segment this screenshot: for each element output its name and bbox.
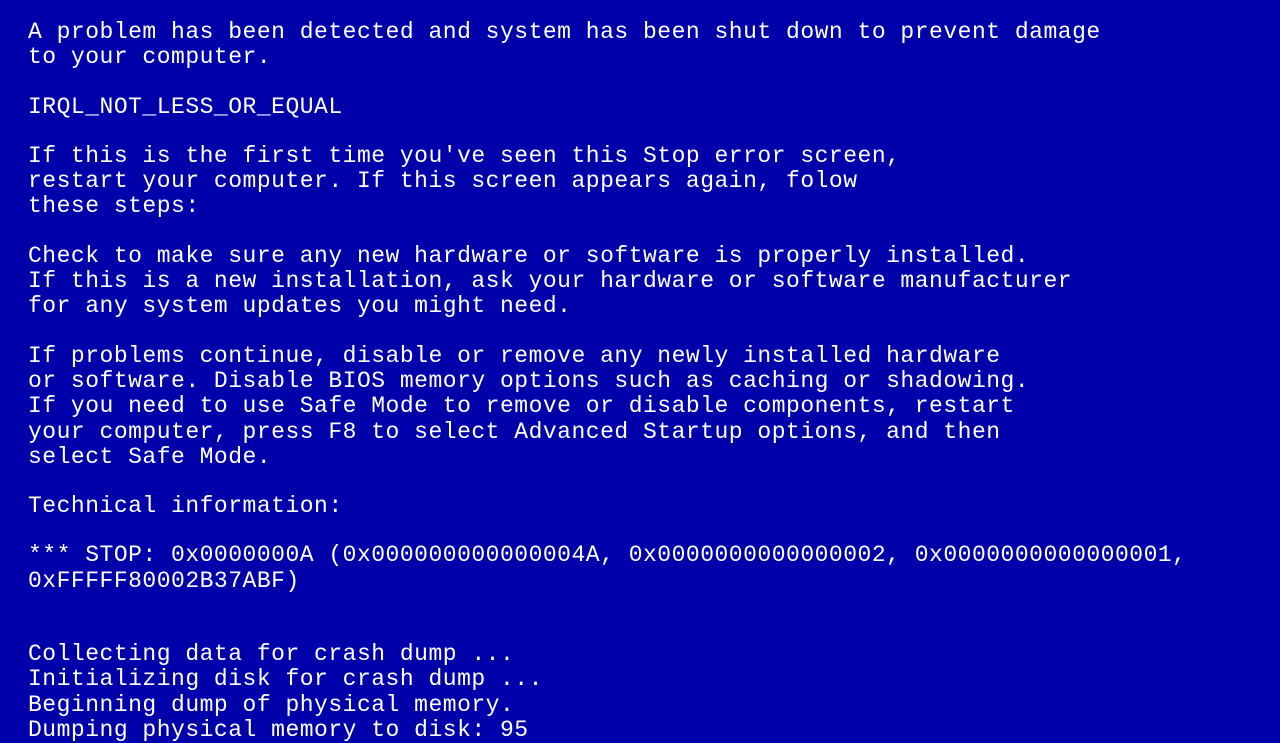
error-name: IRQL_NOT_LESS_OR_EQUAL — [28, 95, 1252, 120]
check-line-3: for any system updates you might need. — [28, 294, 1252, 319]
problems-line-3: If you need to use Safe Mode to remove o… — [28, 394, 1252, 419]
first-time-paragraph: If this is the first time you've seen th… — [28, 144, 1252, 220]
intro-paragraph: A problem has been detected and system h… — [28, 20, 1252, 71]
stop-line-2: 0xFFFFF80002B37ABF) — [28, 569, 1252, 594]
crash-dump-status: Collecting data for crash dump ... Initi… — [28, 642, 1252, 743]
first-time-line-2: restart your computer. If this screen ap… — [28, 169, 1252, 194]
first-time-line-3: these steps: — [28, 194, 1252, 219]
dump-line-3: Beginning dump of physical memory. — [28, 693, 1252, 718]
technical-label: Technical information: — [28, 494, 1252, 519]
stop-line-1: *** STOP: 0x0000000A (0x000000000000004A… — [28, 543, 1252, 568]
check-paragraph: Check to make sure any new hardware or s… — [28, 244, 1252, 320]
error-code-name: IRQL_NOT_LESS_OR_EQUAL — [28, 95, 1252, 120]
problems-line-1: If problems continue, disable or remove … — [28, 344, 1252, 369]
dump-line-1: Collecting data for crash dump ... — [28, 642, 1252, 667]
first-time-line-1: If this is the first time you've seen th… — [28, 144, 1252, 169]
technical-info-label: Technical information: — [28, 494, 1252, 519]
check-line-1: Check to make sure any new hardware or s… — [28, 244, 1252, 269]
problems-paragraph: If problems continue, disable or remove … — [28, 344, 1252, 470]
bsod-screen: A problem has been detected and system h… — [28, 20, 1252, 743]
problems-line-2: or software. Disable BIOS memory options… — [28, 369, 1252, 394]
problems-line-4: your computer, press F8 to select Advanc… — [28, 420, 1252, 445]
intro-line-2: to your computer. — [28, 45, 1252, 70]
problems-line-5: select Safe Mode. — [28, 445, 1252, 470]
check-line-2: If this is a new installation, ask your … — [28, 269, 1252, 294]
dump-line-2: Initializing disk for crash dump ... — [28, 667, 1252, 692]
stop-code-block: *** STOP: 0x0000000A (0x000000000000004A… — [28, 543, 1252, 594]
dump-line-4: Dumping physical memory to disk: 95 — [28, 718, 1252, 743]
intro-line-1: A problem has been detected and system h… — [28, 20, 1252, 45]
